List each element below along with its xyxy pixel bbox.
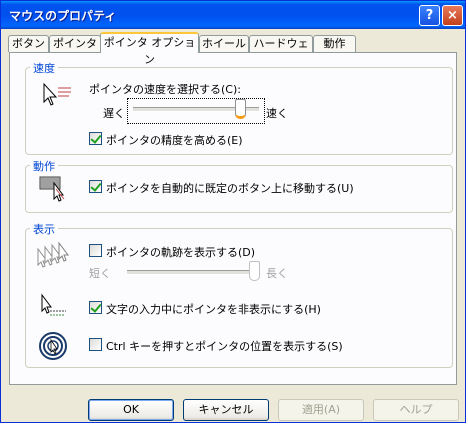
slow-label: 遅く	[103, 107, 125, 120]
hide-pointer-icon	[41, 293, 66, 316]
help-button[interactable]: ヘルプ	[373, 399, 459, 421]
tab-behavior[interactable]: 動作	[313, 35, 356, 52]
tab-buttons[interactable]: ボタン	[8, 35, 49, 52]
snap-to-default-label[interactable]: ポインタを自動的に既定のボタン上に移動する(U)	[106, 180, 354, 196]
trail-slider-track[interactable]	[127, 270, 255, 275]
show-location-label[interactable]: Ctrl キーを押すとポインタの位置を表示する(S)	[106, 338, 343, 354]
hide-while-typing-label[interactable]: 文字の入力中にポインタを非表示にする(H)	[106, 301, 321, 317]
snap-to-button-icon	[39, 176, 65, 202]
snap-to-default-checkbox[interactable]	[89, 180, 102, 193]
title-bar[interactable]: マウスのプロパティ ? ×	[1, 1, 465, 29]
show-location-checkbox[interactable]	[89, 338, 102, 351]
pointer-speed-icon	[43, 82, 71, 106]
tab-wheel[interactable]: ホイール	[199, 35, 249, 52]
speed-group-label: 速度	[30, 60, 58, 76]
pointer-trails-checkbox[interactable]	[89, 244, 102, 257]
tab-pointers[interactable]: ポインタ	[49, 35, 101, 52]
pointer-location-icon	[39, 332, 67, 360]
cancel-button[interactable]: キャンセル	[183, 399, 269, 421]
trail-slider-thumb[interactable]	[249, 261, 260, 281]
close-button[interactable]: ×	[442, 5, 463, 26]
tab-panel: 速度 ポインタの速度を選択する(C): 遅く 速く ポインタの精度を高める(E)…	[9, 52, 457, 385]
snap-group-label: 動作	[30, 158, 58, 174]
dialog-window: マウスのプロパティ ? × ボタン ポインタ ポインタ オプション ホイール ハ…	[0, 0, 466, 423]
enhance-precision-label[interactable]: ポインタの精度を高める(E)	[106, 132, 243, 148]
apply-button[interactable]: 適用(A)	[278, 399, 364, 421]
tab-hardware[interactable]: ハードウェア	[249, 35, 313, 65]
speed-slider-thumb[interactable]	[235, 99, 247, 119]
ok-button[interactable]: OK	[88, 399, 174, 421]
help-title-button[interactable]: ?	[419, 5, 440, 26]
hide-while-typing-checkbox[interactable]	[89, 301, 102, 314]
pointer-trails-icon	[37, 241, 69, 268]
visibility-group-label: 表示	[30, 221, 58, 237]
enhance-precision-checkbox[interactable]	[89, 132, 102, 145]
tab-pointer-options[interactable]: ポインタ オプション	[100, 32, 199, 66]
speed-prompt-label: ポインタの速度を選択する(C):	[89, 83, 241, 96]
pointer-trails-label[interactable]: ポインタの軌跡を表示する(D)	[106, 244, 255, 260]
window-title: マウスのプロパティ	[9, 9, 117, 23]
fast-label: 速く	[266, 107, 288, 120]
long-label: 長く	[266, 267, 288, 280]
short-label: 短く	[89, 267, 111, 280]
